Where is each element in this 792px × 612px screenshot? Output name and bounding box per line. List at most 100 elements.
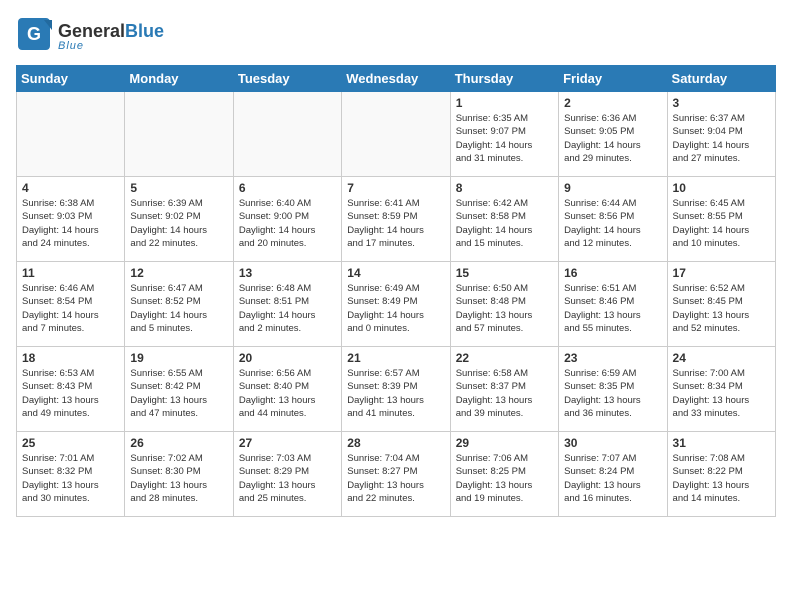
weekday-header-thursday: Thursday — [450, 66, 558, 92]
calendar-cell: 4 Sunrise: 6:38 AM Sunset: 9:03 PM Daylig… — [17, 177, 125, 262]
day-info: Sunrise: 6:35 AM Sunset: 9:07 PM Dayligh… — [456, 112, 553, 165]
calendar-cell — [342, 92, 450, 177]
calendar-cell: 17 Sunrise: 6:52 AM Sunset: 8:45 PM Dayli… — [667, 262, 775, 347]
calendar-cell: 9Sunrise: 6:44 AM Sunset: 8:56 PM Daylig… — [559, 177, 667, 262]
logo-general: General — [58, 21, 125, 41]
day-info: Sunrise: 7:03 AM Sunset: 8:29 PM Dayligh… — [239, 452, 336, 505]
calendar-cell: 6 Sunrise: 6:40 AM Sunset: 9:00 PM Daylig… — [233, 177, 341, 262]
calendar-cell: 3Sunrise: 6:37 AM Sunset: 9:04 PM Daylig… — [667, 92, 775, 177]
day-number: 7 — [347, 181, 444, 195]
calendar-cell: 20 Sunrise: 6:56 AM Sunset: 8:40 PM Dayli… — [233, 347, 341, 432]
day-info: Sunrise: 6:46 AM Sunset: 8:54 PM Dayligh… — [22, 282, 119, 335]
day-info: Sunrise: 6:49 AM Sunset: 8:49 PM Dayligh… — [347, 282, 444, 335]
day-number: 23 — [564, 351, 661, 365]
day-info: Sunrise: 6:58 AM Sunset: 8:37 PM Dayligh… — [456, 367, 553, 420]
weekday-header-saturday: Saturday — [667, 66, 775, 92]
day-number: 22 — [456, 351, 553, 365]
day-info: Sunrise: 6:55 AM Sunset: 8:42 PM Dayligh… — [130, 367, 227, 420]
day-info: Sunrise: 6:40 AM Sunset: 9:00 PM Dayligh… — [239, 197, 336, 250]
calendar-cell: 21 Sunrise: 6:57 AM Sunset: 8:39 PM Dayli… — [342, 347, 450, 432]
calendar-cell: 23 Sunrise: 6:59 AM Sunset: 8:35 PM Dayli… — [559, 347, 667, 432]
day-number: 9 — [564, 181, 661, 195]
day-info: Sunrise: 7:04 AM Sunset: 8:27 PM Dayligh… — [347, 452, 444, 505]
day-info: Sunrise: 6:52 AM Sunset: 8:45 PM Dayligh… — [673, 282, 770, 335]
calendar-cell — [125, 92, 233, 177]
day-number: 25 — [22, 436, 119, 450]
calendar-cell: 10Sunrise: 6:45 AM Sunset: 8:55 PM Dayli… — [667, 177, 775, 262]
day-number: 14 — [347, 266, 444, 280]
day-info: Sunrise: 6:39 AM Sunset: 9:02 PM Dayligh… — [130, 197, 227, 250]
calendar-header-row: SundayMondayTuesdayWednesdayThursdayFrid… — [17, 66, 776, 92]
day-info: Sunrise: 7:06 AM Sunset: 8:25 PM Dayligh… — [456, 452, 553, 505]
day-number: 30 — [564, 436, 661, 450]
weekday-header-wednesday: Wednesday — [342, 66, 450, 92]
day-info: Sunrise: 6:38 AM Sunset: 9:03 PM Dayligh… — [22, 197, 119, 250]
calendar-cell: 26Sunrise: 7:02 AM Sunset: 8:30 PM Dayli… — [125, 432, 233, 517]
day-info: Sunrise: 6:56 AM Sunset: 8:40 PM Dayligh… — [239, 367, 336, 420]
day-info: Sunrise: 6:51 AM Sunset: 8:46 PM Dayligh… — [564, 282, 661, 335]
calendar-cell: 15 Sunrise: 6:50 AM Sunset: 8:48 PM Dayli… — [450, 262, 558, 347]
day-number: 11 — [22, 266, 119, 280]
day-info: Sunrise: 7:02 AM Sunset: 8:30 PM Dayligh… — [130, 452, 227, 505]
calendar-cell: 19 Sunrise: 6:55 AM Sunset: 8:42 PM Dayli… — [125, 347, 233, 432]
day-number: 13 — [239, 266, 336, 280]
day-number: 10 — [673, 181, 770, 195]
day-number: 4 — [22, 181, 119, 195]
calendar-cell: 25Sunrise: 7:01 AM Sunset: 8:32 PM Dayli… — [17, 432, 125, 517]
logo-icon: G — [16, 16, 52, 52]
logo-tagline: Blue — [58, 40, 164, 52]
day-number: 28 — [347, 436, 444, 450]
calendar-week-2: 4 Sunrise: 6:38 AM Sunset: 9:03 PM Daylig… — [17, 177, 776, 262]
day-number: 8 — [456, 181, 553, 195]
day-number: 20 — [239, 351, 336, 365]
day-number: 16 — [564, 266, 661, 280]
day-info: Sunrise: 7:00 AM Sunset: 8:34 PM Dayligh… — [673, 367, 770, 420]
day-number: 6 — [239, 181, 336, 195]
day-number: 1 — [456, 96, 553, 110]
weekday-header-tuesday: Tuesday — [233, 66, 341, 92]
day-number: 15 — [456, 266, 553, 280]
day-number: 21 — [347, 351, 444, 365]
svg-text:G: G — [27, 24, 41, 44]
calendar-cell: 18 Sunrise: 6:53 AM Sunset: 8:43 PM Dayli… — [17, 347, 125, 432]
day-number: 18 — [22, 351, 119, 365]
calendar-cell: 14 Sunrise: 6:49 AM Sunset: 8:49 PM Dayli… — [342, 262, 450, 347]
calendar-cell: 2 Sunrise: 6:36 AM Sunset: 9:05 PM Daylig… — [559, 92, 667, 177]
calendar-cell: 16 Sunrise: 6:51 AM Sunset: 8:46 PM Dayli… — [559, 262, 667, 347]
calendar-cell: 29Sunrise: 7:06 AM Sunset: 8:25 PM Dayli… — [450, 432, 558, 517]
day-number: 17 — [673, 266, 770, 280]
day-number: 24 — [673, 351, 770, 365]
day-number: 31 — [673, 436, 770, 450]
calendar-week-4: 18 Sunrise: 6:53 AM Sunset: 8:43 PM Dayli… — [17, 347, 776, 432]
day-info: Sunrise: 6:53 AM Sunset: 8:43 PM Dayligh… — [22, 367, 119, 420]
day-info: Sunrise: 6:36 AM Sunset: 9:05 PM Dayligh… — [564, 112, 661, 165]
calendar-cell: 8Sunrise: 6:42 AM Sunset: 8:58 PM Daylig… — [450, 177, 558, 262]
logo-blue: Blue — [125, 21, 164, 41]
day-number: 19 — [130, 351, 227, 365]
calendar-cell: 13Sunrise: 6:48 AM Sunset: 8:51 PM Dayli… — [233, 262, 341, 347]
calendar-cell — [17, 92, 125, 177]
calendar-cell: 11 Sunrise: 6:46 AM Sunset: 8:54 PM Dayli… — [17, 262, 125, 347]
calendar-table: SundayMondayTuesdayWednesdayThursdayFrid… — [16, 65, 776, 517]
calendar-cell: 24 Sunrise: 7:00 AM Sunset: 8:34 PM Dayli… — [667, 347, 775, 432]
page-header: G GeneralBlue Blue — [16, 16, 776, 57]
calendar-cell: 28 Sunrise: 7:04 AM Sunset: 8:27 PM Dayli… — [342, 432, 450, 517]
day-info: Sunrise: 6:41 AM Sunset: 8:59 PM Dayligh… — [347, 197, 444, 250]
calendar-cell — [233, 92, 341, 177]
day-info: Sunrise: 6:50 AM Sunset: 8:48 PM Dayligh… — [456, 282, 553, 335]
calendar-cell: 27 Sunrise: 7:03 AM Sunset: 8:29 PM Dayli… — [233, 432, 341, 517]
weekday-header-monday: Monday — [125, 66, 233, 92]
calendar-week-3: 11 Sunrise: 6:46 AM Sunset: 8:54 PM Dayli… — [17, 262, 776, 347]
calendar-week-1: 1 Sunrise: 6:35 AM Sunset: 9:07 PM Daylig… — [17, 92, 776, 177]
day-number: 3 — [673, 96, 770, 110]
weekday-header-friday: Friday — [559, 66, 667, 92]
day-number: 2 — [564, 96, 661, 110]
day-info: Sunrise: 6:59 AM Sunset: 8:35 PM Dayligh… — [564, 367, 661, 420]
day-number: 12 — [130, 266, 227, 280]
day-info: Sunrise: 7:07 AM Sunset: 8:24 PM Dayligh… — [564, 452, 661, 505]
calendar-cell: 30 Sunrise: 7:07 AM Sunset: 8:24 PM Dayli… — [559, 432, 667, 517]
calendar-cell: 1 Sunrise: 6:35 AM Sunset: 9:07 PM Daylig… — [450, 92, 558, 177]
day-info: Sunrise: 6:47 AM Sunset: 8:52 PM Dayligh… — [130, 282, 227, 335]
day-info: Sunrise: 6:57 AM Sunset: 8:39 PM Dayligh… — [347, 367, 444, 420]
day-number: 27 — [239, 436, 336, 450]
